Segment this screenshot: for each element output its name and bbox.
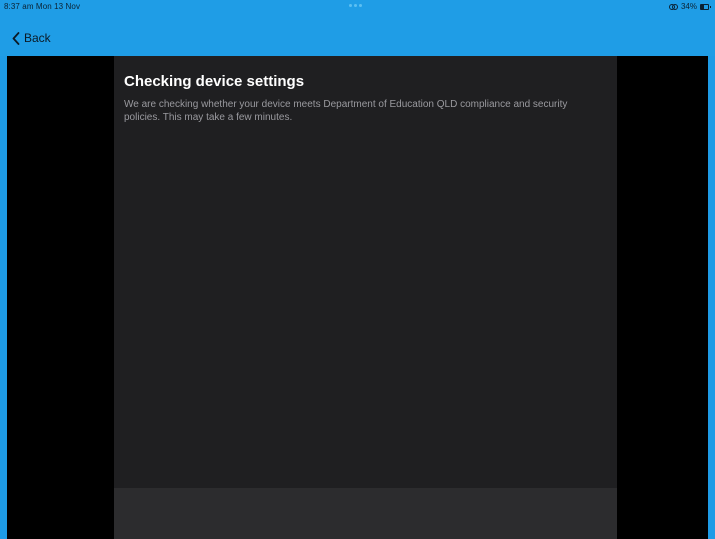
main-panel: Checking device settings We are checking… — [114, 56, 617, 488]
chevron-left-icon — [12, 31, 20, 45]
battery-percent: 34% — [680, 2, 697, 11]
nav-bar: Back — [0, 14, 715, 56]
status-right: 34% — [668, 2, 711, 11]
back-button[interactable]: Back — [12, 31, 51, 45]
back-label: Back — [24, 31, 51, 45]
page-title: Checking device settings — [124, 73, 305, 90]
battery-icon — [700, 3, 711, 10]
multitasking-dots-icon[interactable] — [349, 4, 362, 7]
status-bar: 8:37 am Mon 13 Nov 34% — [0, 0, 715, 14]
status-time: 8:37 am Mon 13 Nov — [4, 2, 81, 11]
panel-footer — [114, 488, 617, 539]
page-description: We are checking whether your device meet… — [124, 99, 568, 123]
link-icon — [668, 3, 678, 10]
screen: 8:37 am Mon 13 Nov 34% Back Checking dev… — [0, 0, 715, 539]
